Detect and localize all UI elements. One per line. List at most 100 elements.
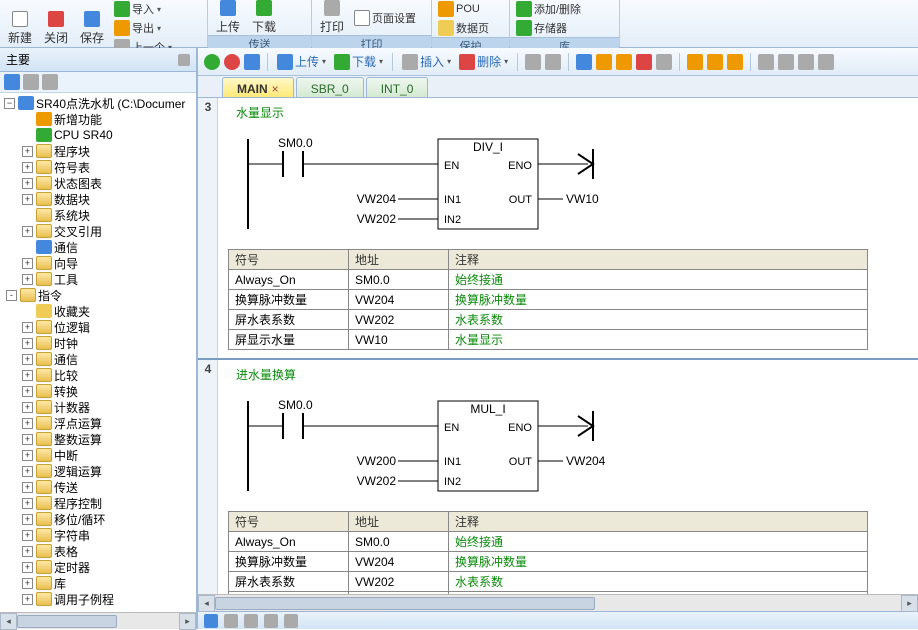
toolbar-insert-button[interactable]: 插入▾ [400, 53, 453, 70]
expand-icon[interactable]: + [22, 498, 33, 509]
status-icon[interactable] [264, 614, 278, 628]
expand-icon[interactable]: + [22, 338, 33, 349]
import-button[interactable]: 导入▾ [112, 0, 174, 18]
tab-main[interactable]: MAIN× [222, 77, 294, 97]
toolbar-icon[interactable] [818, 54, 834, 70]
tree-item[interactable]: 系统块 [0, 207, 196, 223]
tab-sbr0[interactable]: SBR_0 [296, 77, 364, 97]
expand-icon[interactable]: + [22, 146, 33, 157]
status-icon[interactable] [204, 614, 218, 628]
tree-item[interactable]: +传送 [0, 479, 196, 495]
tree-item[interactable]: +程序控制 [0, 495, 196, 511]
project-tree[interactable]: − SR40点洗水机 (C:\Documer 新增功能CPU SR40+程序块+… [0, 93, 196, 612]
editor-hscrollbar[interactable]: ◂ ▸ [198, 594, 918, 611]
sidebar-tool-icon[interactable] [42, 74, 58, 90]
expand-icon[interactable]: + [22, 370, 33, 381]
toolbar-download-button[interactable]: 下载▾ [332, 53, 385, 70]
expand-icon[interactable]: + [22, 178, 33, 189]
new-button[interactable]: 新建 [4, 11, 36, 46]
tree-item[interactable]: +程序块 [0, 143, 196, 159]
tree-item[interactable]: +转换 [0, 383, 196, 399]
expand-icon[interactable]: + [22, 466, 33, 477]
expand-icon[interactable]: + [22, 514, 33, 525]
upload-button[interactable]: 上传 [212, 0, 244, 35]
pou-button[interactable]: POU [436, 0, 491, 18]
toolbar-icon[interactable] [758, 54, 774, 70]
sidebar-tool-icon[interactable] [4, 74, 20, 90]
scroll-thumb[interactable] [215, 597, 595, 610]
toolbar-icon[interactable] [545, 54, 561, 70]
tree-item[interactable]: +中断 [0, 447, 196, 463]
download-button[interactable]: 下载 [248, 0, 280, 35]
toolbar-icon[interactable] [525, 54, 541, 70]
tree-item[interactable]: +符号表 [0, 159, 196, 175]
tree-item[interactable]: -指令 [0, 287, 196, 303]
scroll-right-icon[interactable]: ▸ [179, 613, 196, 630]
expand-icon[interactable]: + [22, 354, 33, 365]
expand-icon[interactable]: + [22, 402, 33, 413]
status-icon[interactable] [224, 614, 238, 628]
status-icon[interactable] [244, 614, 258, 628]
print-button[interactable]: 打印 [316, 0, 348, 35]
table-row[interactable]: 换算脉冲数量VW204换算脉冲数量 [229, 290, 868, 310]
tree-item[interactable]: +整数运算 [0, 431, 196, 447]
tree-item[interactable]: +工具 [0, 271, 196, 287]
toolbar-icon[interactable] [687, 54, 703, 70]
tree-item[interactable]: 通信 [0, 239, 196, 255]
toolbar-icon[interactable] [798, 54, 814, 70]
tree-item[interactable]: +通信 [0, 351, 196, 367]
expand-icon[interactable]: + [22, 530, 33, 541]
expand-icon[interactable]: + [22, 162, 33, 173]
tree-item[interactable]: +向导 [0, 255, 196, 271]
table-row[interactable]: Always_OnSM0.0始终接通 [229, 270, 868, 290]
expand-icon[interactable]: + [22, 386, 33, 397]
toolbar-icon[interactable] [727, 54, 743, 70]
tree-item[interactable]: +时钟 [0, 335, 196, 351]
scroll-thumb[interactable] [17, 615, 117, 628]
expand-icon[interactable]: + [22, 450, 33, 461]
tab-close-icon[interactable]: × [272, 82, 279, 96]
tree-item[interactable]: +移位/循环 [0, 511, 196, 527]
table-row[interactable]: 换算脉冲数量VW204换算脉冲数量 [229, 552, 868, 572]
table-row[interactable]: 屏显示水量VW10水量显示 [229, 330, 868, 350]
toolbar-icon[interactable] [636, 54, 652, 70]
toolbar-icon[interactable] [596, 54, 612, 70]
tree-item[interactable]: +交叉引用 [0, 223, 196, 239]
toolbar-delete-button[interactable]: 删除▾ [457, 53, 510, 70]
export-button[interactable]: 导出▾ [112, 19, 174, 37]
toolbar-icon[interactable] [656, 54, 672, 70]
expand-icon[interactable]: + [22, 322, 33, 333]
expand-icon[interactable]: + [22, 482, 33, 493]
save-button[interactable]: 保存 [76, 11, 108, 46]
scroll-left-icon[interactable]: ◂ [198, 595, 215, 612]
toolbar-icon[interactable] [616, 54, 632, 70]
memory-button[interactable]: 存储器 [514, 19, 583, 37]
status-icon[interactable] [284, 614, 298, 628]
tree-item[interactable]: +状态图表 [0, 175, 196, 191]
toolbar-icon[interactable] [576, 54, 592, 70]
expand-icon[interactable]: + [22, 258, 33, 269]
expand-icon[interactable]: + [22, 546, 33, 557]
tree-item[interactable]: +计数器 [0, 399, 196, 415]
tree-item[interactable]: +调用子例程 [0, 591, 196, 607]
sidebar-pin-icon[interactable] [178, 54, 190, 66]
scroll-right-icon[interactable]: ▸ [901, 595, 918, 612]
pagesetup-button[interactable]: 页面设置 [352, 9, 418, 27]
table-row[interactable]: 屏水表系数VW202水表系数 [229, 572, 868, 592]
tab-int0[interactable]: INT_0 [366, 77, 429, 97]
tree-root[interactable]: − SR40点洗水机 (C:\Documer [0, 95, 196, 111]
sidebar-hscrollbar[interactable]: ◂ ▸ [0, 612, 196, 629]
tree-item[interactable]: 新增功能 [0, 111, 196, 127]
close-button[interactable]: 关闭 [40, 11, 72, 46]
expand-icon[interactable]: + [22, 434, 33, 445]
table-row[interactable]: Always_OnSM0.0始终接通 [229, 532, 868, 552]
ladder-rung[interactable]: SM0.0MUL_IENENOIN1IN2OUTVW200VW202VW204 [228, 391, 788, 501]
toolbar-icon[interactable] [778, 54, 794, 70]
tree-item[interactable]: +表格 [0, 543, 196, 559]
expand-icon[interactable]: + [22, 418, 33, 429]
tree-item[interactable]: +数据块 [0, 191, 196, 207]
expand-icon[interactable]: + [22, 194, 33, 205]
table-row[interactable]: 屏水表系数VW202水表系数 [229, 310, 868, 330]
scroll-left-icon[interactable]: ◂ [0, 613, 17, 630]
ladder-editor[interactable]: 3水量显示SM0.0DIV_IENENOIN1IN2OUTVW204VW202V… [198, 98, 918, 594]
